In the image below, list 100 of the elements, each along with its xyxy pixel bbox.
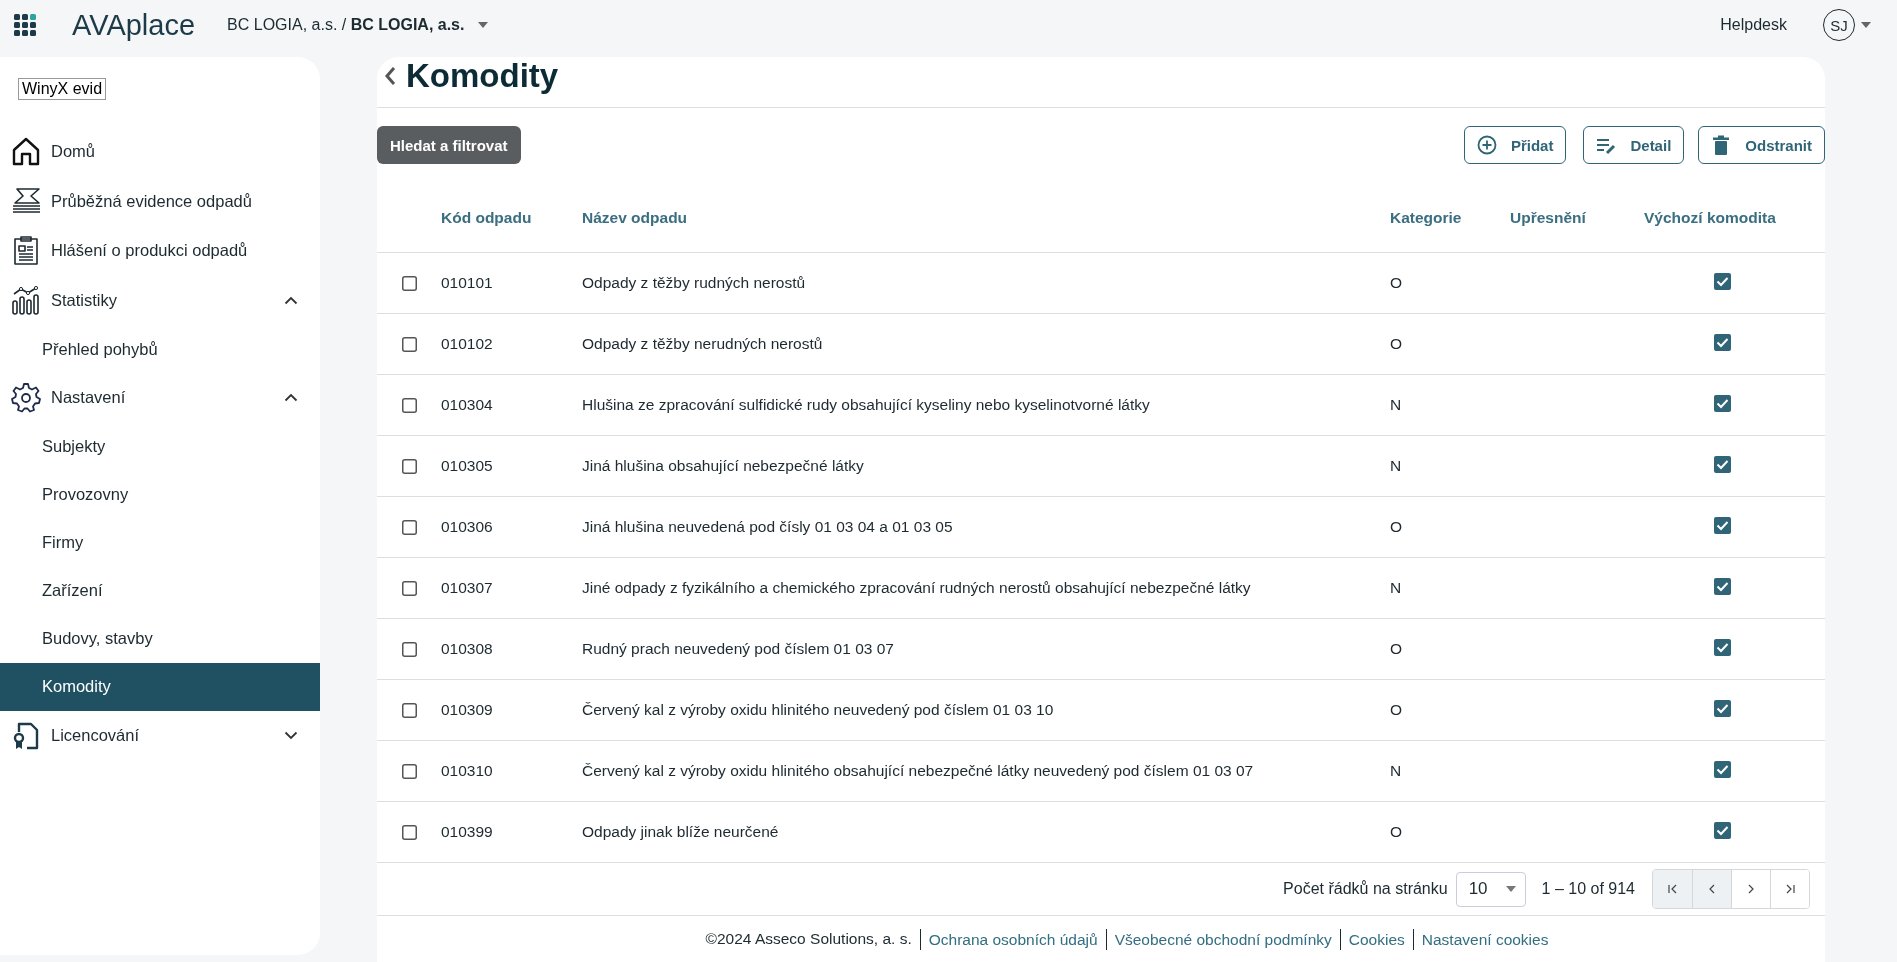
action-button[interactable]: Detail — [1583, 126, 1685, 165]
caret-icon[interactable] — [1861, 22, 1871, 28]
column-header[interactable]: Kód odpadu — [441, 207, 582, 228]
nav-subitem[interactable]: Zařízení — [0, 566, 320, 615]
trash-icon — [1711, 135, 1732, 156]
checkbox[interactable] — [401, 458, 417, 474]
checkbox[interactable] — [1714, 333, 1731, 351]
footer-link[interactable]: Nastavení cookies — [1412, 928, 1557, 950]
table-cell-text: Rudný prach neuvedený pod číslem 01 03 07 — [582, 640, 895, 659]
page-title: Komodity — [406, 57, 559, 96]
nav-subitem[interactable]: Komodity — [0, 662, 320, 711]
table-cell-text: Odpady z těžby nerudných nerostů — [582, 335, 824, 354]
table-cell-text: 010309 — [441, 701, 494, 720]
table-cell-text: Odpady z těžby rudných nerostů — [582, 274, 807, 293]
checkbox[interactable] — [401, 763, 417, 779]
action-button[interactable]: Odstranit — [1698, 126, 1825, 165]
table-cell-text: O — [1390, 823, 1404, 842]
table-cell-text: Jiná hlušina obsahující nebezpečné látky — [582, 457, 865, 476]
table-cell-text: Jiné odpady z fyzikálního a chemického zpracování rudných nerostů obsahující nebezpečné látky — [582, 579, 1252, 598]
app-label: WinyX evid — [18, 78, 107, 100]
house-icon — [11, 136, 41, 168]
nav-item[interactable]: Hlášení o produkci odpadů — [0, 226, 298, 276]
filter-button[interactable]: Hledat a filtrovat — [377, 126, 521, 165]
rows-per-page-label: Počet řádků na stránku — [1283, 880, 1448, 899]
checkbox[interactable] — [1714, 455, 1731, 473]
nav-item[interactable]: Domů — [0, 127, 298, 177]
nav-item[interactable]: Průběžná evidence odpadů — [0, 176, 298, 226]
nav-item[interactable]: Statistiky — [0, 275, 284, 325]
table-cell-text: Hlušina ze zpracování sulfidické rudy obsahující kyseliny nebo kyselinotvorné látky — [582, 396, 1151, 415]
helpdesk-link[interactable]: Helpdesk — [1720, 16, 1787, 34]
table-cell-text: 010305 — [441, 457, 494, 476]
chevron-up-icon[interactable] — [284, 393, 298, 403]
settings-icon — [11, 382, 41, 414]
footer-link[interactable]: Ochrana osobních údajů — [919, 928, 1106, 950]
back-icon[interactable] — [384, 66, 396, 87]
nav-item[interactable]: Nastavení — [0, 373, 284, 423]
table-cell-text: N — [1390, 457, 1403, 476]
add-icon — [1476, 135, 1497, 156]
checkbox[interactable] — [1714, 516, 1731, 534]
checkbox[interactable] — [401, 519, 417, 535]
nav-subitem[interactable]: Budovy, stavby — [0, 614, 320, 663]
last-page-icon — [1785, 884, 1795, 895]
footer-link[interactable]: Všeobecné obchodní podmínky — [1105, 928, 1340, 950]
nav-subitem[interactable]: Firmy — [0, 518, 320, 567]
checkbox[interactable] — [1714, 699, 1731, 717]
checkbox[interactable] — [401, 397, 417, 413]
checkbox[interactable] — [1714, 272, 1731, 290]
page-range: 1 – 10 of 914 — [1541, 880, 1635, 899]
footer-link[interactable]: Cookies — [1339, 928, 1413, 950]
checkbox[interactable] — [1714, 577, 1731, 595]
table-cell-text: 010101 — [441, 274, 494, 293]
table-cell-text: 010304 — [441, 396, 494, 415]
bar-chart-icon — [11, 284, 41, 316]
clipboard-icon — [11, 235, 41, 267]
table-cell-text: 010306 — [441, 518, 494, 537]
table-cell-text: 010102 — [441, 335, 494, 354]
previous-page-icon — [1707, 884, 1717, 895]
table-cell-text: Odpady jinak blíže neurčené — [582, 823, 780, 842]
checkbox[interactable] — [401, 702, 417, 718]
table-cell-text: O — [1390, 640, 1404, 659]
first-page-icon — [1667, 884, 1678, 895]
checkbox[interactable] — [401, 824, 417, 840]
column-header[interactable]: Výchozí komodita — [1644, 207, 1825, 228]
nav-subitem[interactable]: Subjekty — [0, 422, 320, 471]
app-grid-icon[interactable] — [14, 14, 36, 36]
chevron-up-icon[interactable] — [284, 295, 298, 305]
table-cell-text: Červený kal z výroby oxidu hlinitého neuvedený pod číslem 01 03 10 — [582, 701, 1055, 720]
checkbox[interactable] — [1714, 638, 1731, 656]
copyright-text: ©2024 Asseco Solutions, a. s. — [705, 930, 913, 949]
table-cell-text: 010307 — [441, 579, 494, 598]
table-cell-text: 010310 — [441, 762, 494, 781]
column-header[interactable]: Kategorie — [1390, 207, 1510, 228]
table-cell-text: O — [1390, 274, 1404, 293]
column-header[interactable]: Upřesnění — [1510, 207, 1644, 228]
checkbox[interactable] — [1714, 760, 1731, 778]
nav-item[interactable]: Licencování — [0, 710, 284, 760]
table-cell-text: O — [1390, 518, 1404, 537]
checkbox[interactable] — [1714, 821, 1731, 839]
table-cell-text: O — [1390, 701, 1404, 720]
action-button[interactable]: Přidat — [1463, 126, 1567, 165]
table-cell-text: Červený kal z výroby oxidu hlinitého obsahující nebezpečné látky neuvedený pod číslem 01 03 07 — [582, 762, 1255, 781]
caret-icon — [478, 22, 489, 28]
nav-subitem[interactable]: Přehled pohybů — [0, 325, 320, 373]
chevron-down-icon[interactable] — [284, 730, 298, 740]
table-cell-text: N — [1390, 762, 1403, 781]
company-selector[interactable]: BC LOGIA, a.s. / BC LOGIA, a.s. — [227, 16, 489, 34]
checkbox[interactable] — [401, 580, 417, 596]
column-header[interactable]: Název odpadu — [582, 207, 1390, 228]
table-cell-text: N — [1390, 579, 1403, 598]
caret-icon — [1505, 886, 1516, 893]
table-cell-text: 010399 — [441, 823, 494, 842]
table-cell-text: 010308 — [441, 640, 494, 659]
nav-subitem[interactable]: Provozovny — [0, 470, 320, 519]
checkbox[interactable] — [401, 336, 417, 352]
checkbox[interactable] — [401, 275, 417, 291]
page-size-select[interactable]: 10 — [1455, 871, 1526, 907]
next-page-icon — [1746, 884, 1756, 895]
checkbox[interactable] — [401, 641, 417, 657]
checkbox[interactable] — [1714, 394, 1731, 412]
logo: AVAplace — [72, 8, 196, 42]
